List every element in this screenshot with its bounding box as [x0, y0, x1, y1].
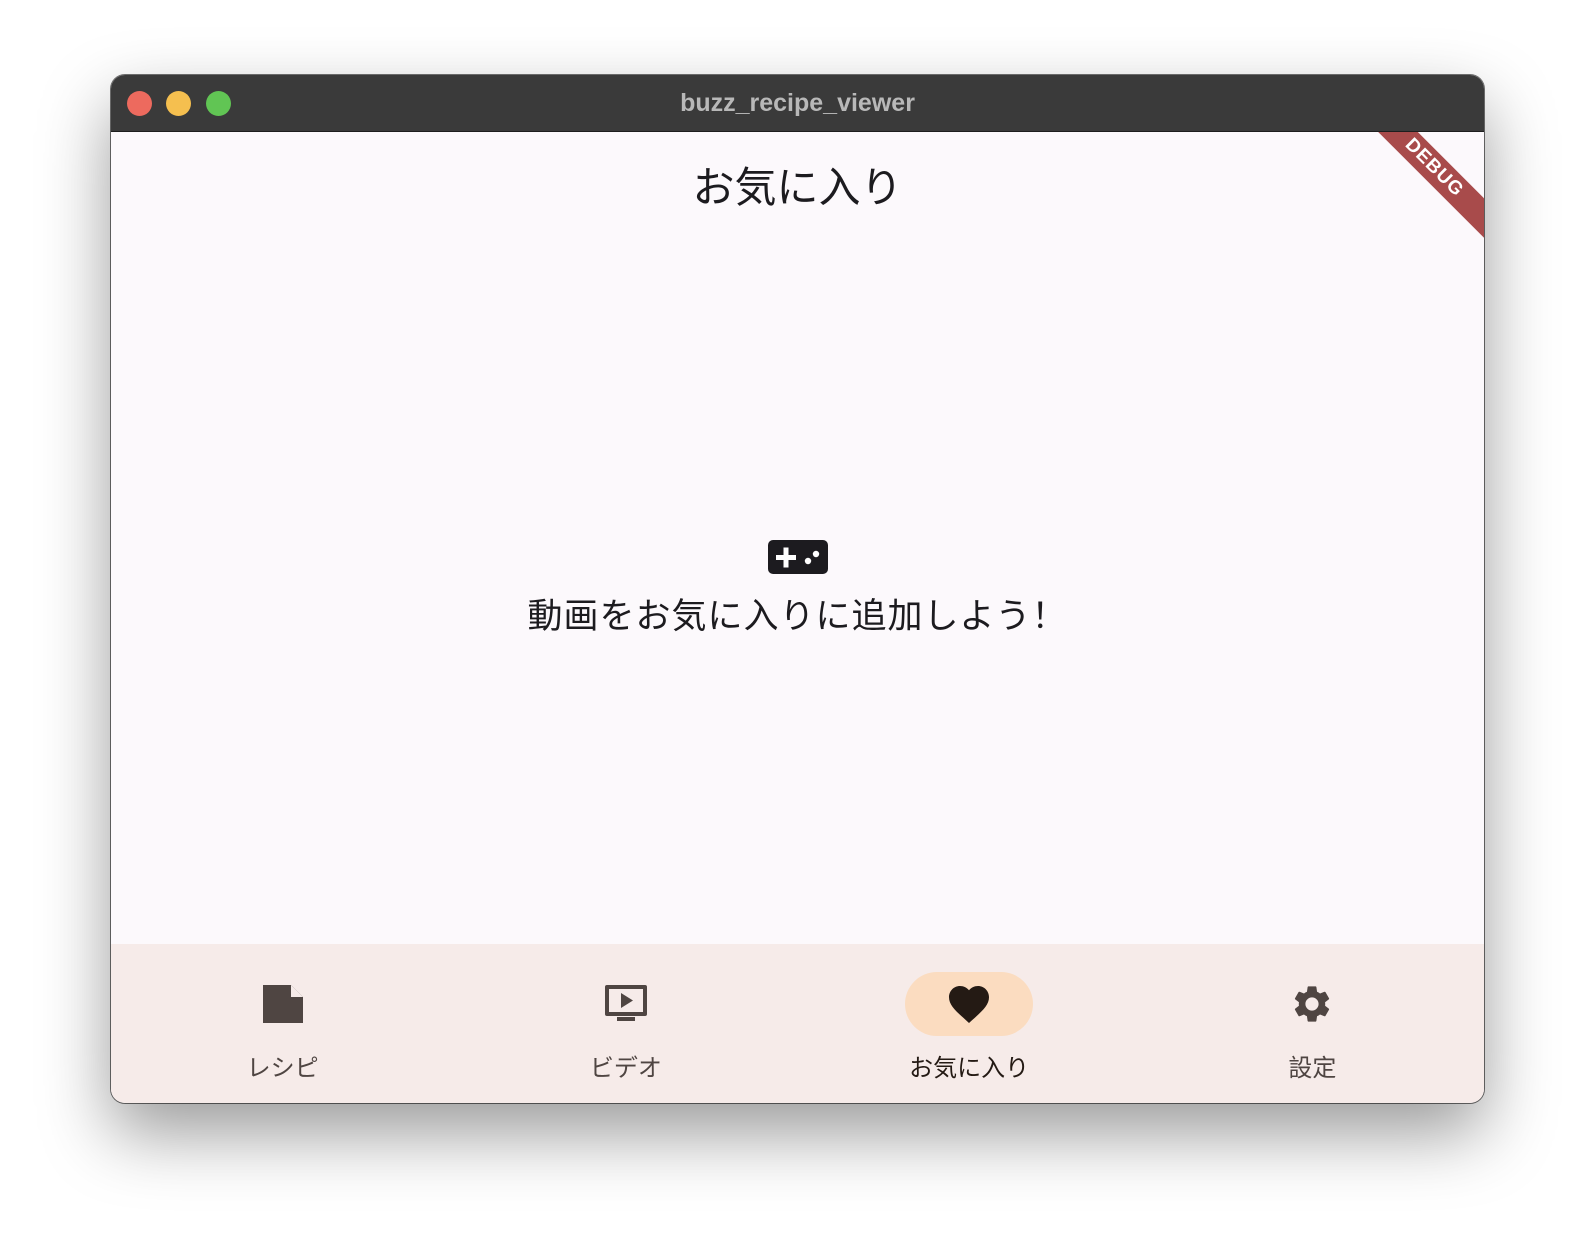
nav-item-recipe[interactable]: レシピ: [111, 944, 454, 1103]
debug-banner-label: DEBUG: [1364, 132, 1484, 242]
main-content: お気に入り DEBUG 動画をお気に入りに追加しよう！: [111, 132, 1484, 944]
empty-state-message: 動画をお気に入りに追加しよう！: [527, 597, 1068, 637]
bottom-navigation-bar: レシピ ビデオ お気に入り 設定: [111, 944, 1484, 1103]
gamepad-icon: [767, 540, 828, 574]
nav-label-recipe: レシピ: [246, 1054, 319, 1082]
heart-icon: [947, 982, 991, 1026]
window-title: buzz_recipe_viewer: [680, 89, 915, 117]
gear-icon: [1290, 982, 1334, 1026]
nav-item-settings[interactable]: 設定: [1141, 944, 1484, 1103]
tv-play-icon: [604, 982, 648, 1026]
title-bar[interactable]: buzz_recipe_viewer: [111, 75, 1484, 132]
nav-label-video: ビデオ: [589, 1054, 662, 1082]
nav-item-favorites[interactable]: お気に入り: [798, 944, 1141, 1103]
nav-label-favorites: お気に入り: [909, 1054, 1030, 1082]
empty-state: 動画をお気に入りに追加しよう！: [111, 540, 1484, 639]
debug-banner: DEBUG: [1364, 132, 1484, 252]
page-title: お気に入り: [692, 163, 903, 212]
nav-label-settings: 設定: [1288, 1054, 1337, 1082]
note-icon: [261, 982, 305, 1026]
app-window: buzz_recipe_viewer お気に入り DEBUG 動画をお気に入りに…: [111, 75, 1484, 1103]
nav-item-video[interactable]: ビデオ: [454, 944, 797, 1103]
